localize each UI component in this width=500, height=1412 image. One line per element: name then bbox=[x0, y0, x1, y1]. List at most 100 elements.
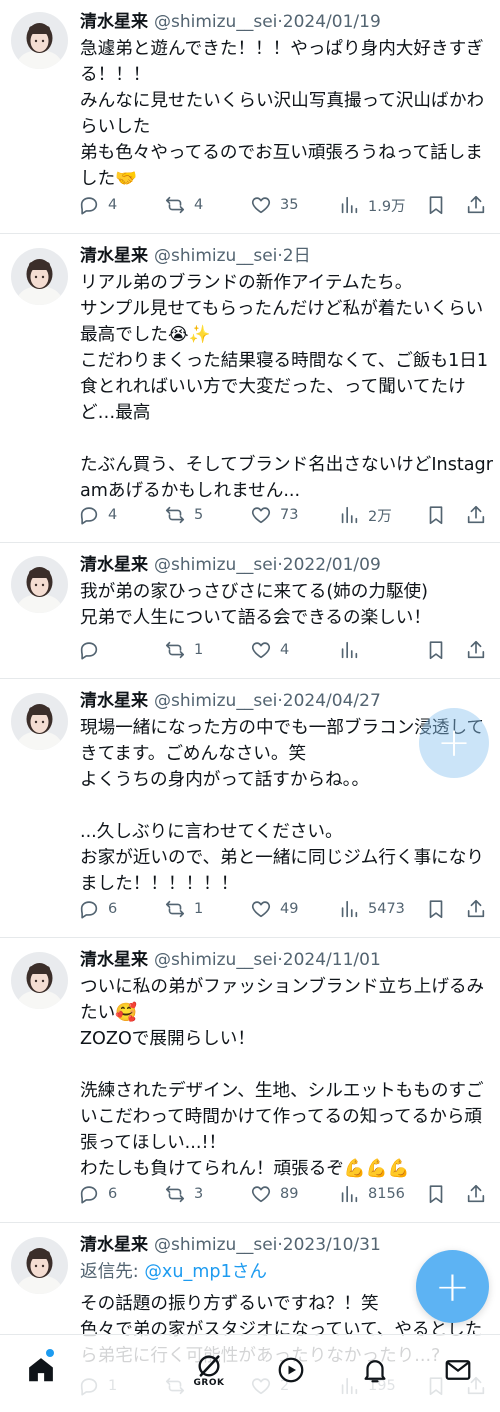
views-button[interactable]: 8156 bbox=[338, 1181, 405, 1207]
like-button[interactable]: 35 bbox=[250, 192, 298, 218]
like-button[interactable]: 89 bbox=[250, 1181, 298, 1207]
views-icon bbox=[341, 1185, 358, 1203]
avatar[interactable] bbox=[11, 556, 68, 613]
repost-button[interactable]: 4 bbox=[164, 192, 203, 218]
plus-icon: + bbox=[434, 1261, 471, 1311]
display-name[interactable]: 清水星来 bbox=[80, 691, 148, 711]
tweet-date[interactable]: 2022/01/09 bbox=[283, 555, 381, 575]
reply-icon bbox=[80, 642, 98, 660]
views-button[interactable]: 2万 bbox=[338, 502, 392, 528]
bookmark-icon bbox=[429, 196, 443, 215]
repost-icon bbox=[165, 641, 185, 659]
mail-icon bbox=[445, 1360, 471, 1380]
bookmark-button[interactable] bbox=[425, 896, 447, 922]
heart-icon bbox=[251, 197, 271, 214]
bookmark-button[interactable] bbox=[425, 192, 447, 218]
share-button[interactable] bbox=[465, 637, 487, 663]
avatar[interactable] bbox=[11, 952, 68, 1009]
tweet-header: 清水星来 @shimizu__sei·2024/01/19 bbox=[80, 9, 492, 35]
views-icon bbox=[341, 641, 358, 659]
views-button[interactable]: 5473 bbox=[338, 896, 405, 922]
tweet[interactable]: 清水星来 @shimizu__sei·2024/01/19 急遽弟と遊んできた！！… bbox=[0, 0, 500, 234]
tweet-header: 清水星来 @shimizu__sei·2024/11/01 bbox=[80, 947, 492, 973]
repost-button[interactable]: 5 bbox=[164, 502, 203, 528]
heart-icon bbox=[251, 507, 271, 524]
user-handle[interactable]: @shimizu__sei bbox=[154, 691, 277, 711]
views-icon bbox=[341, 900, 358, 918]
share-button[interactable] bbox=[465, 502, 487, 528]
share-button[interactable] bbox=[465, 192, 487, 218]
display-name[interactable]: 清水星来 bbox=[80, 555, 148, 575]
nav-home[interactable] bbox=[16, 1345, 66, 1395]
repost-button[interactable]: 3 bbox=[164, 1181, 203, 1207]
avatar[interactable] bbox=[11, 248, 68, 305]
compose-button[interactable]: + bbox=[416, 1250, 489, 1323]
user-handle[interactable]: @shimizu__sei bbox=[154, 12, 277, 32]
share-button[interactable] bbox=[465, 1181, 487, 1207]
nav-notifications[interactable] bbox=[350, 1345, 400, 1395]
reply-icon bbox=[80, 197, 98, 215]
action-bar: 6 1 49 5473 bbox=[78, 896, 492, 922]
nav-video[interactable] bbox=[266, 1345, 316, 1395]
repost-button[interactable]: 1 bbox=[164, 637, 203, 663]
views-button[interactable]: 1.9万 bbox=[338, 192, 406, 218]
bookmark-icon bbox=[429, 506, 443, 525]
heart-icon bbox=[251, 642, 271, 659]
tweet-date[interactable]: 2日 bbox=[283, 246, 311, 266]
reply-button[interactable]: 6 bbox=[78, 896, 117, 922]
nav-messages[interactable] bbox=[433, 1345, 483, 1395]
user-handle[interactable]: @shimizu__sei bbox=[154, 555, 277, 575]
action-bar: 4 5 73 2万 bbox=[78, 502, 492, 528]
tweet[interactable]: 清水星来 @shimizu__sei·2024/11/01 ついに私の弟がファッシ… bbox=[0, 938, 500, 1223]
tweet-text: リアル弟のブランドの新作アイテムたち。 サンプル見せてもらったんだけど私が着たい… bbox=[80, 273, 493, 501]
tweet-date[interactable]: 2024/11/01 bbox=[283, 950, 381, 970]
share-icon bbox=[467, 195, 485, 214]
display-name[interactable]: 清水星来 bbox=[80, 1235, 148, 1255]
bookmark-button[interactable] bbox=[425, 637, 447, 663]
repost-icon bbox=[165, 1185, 185, 1203]
reply-button[interactable]: 4 bbox=[78, 192, 117, 218]
display-name[interactable]: 清水星来 bbox=[80, 246, 148, 266]
user-handle[interactable]: @shimizu__sei bbox=[154, 1235, 277, 1255]
repost-button[interactable]: 1 bbox=[164, 896, 203, 922]
grok-label: GROK bbox=[193, 1378, 225, 1388]
tweet-date[interactable]: 2024/04/27 bbox=[283, 691, 381, 711]
bookmark-button[interactable] bbox=[425, 1181, 447, 1207]
tweet-text: 急遽弟と遊んできた！！！やっぱり身内大好きすぎる！！！ みんなに見せたいくらい沢… bbox=[80, 39, 485, 189]
bookmark-icon bbox=[429, 900, 443, 919]
like-button[interactable]: 4 bbox=[250, 637, 289, 663]
heart-icon bbox=[251, 1186, 271, 1203]
avatar[interactable] bbox=[11, 1237, 68, 1294]
tweet[interactable]: 清水星来 @shimizu__sei·2日 リアル弟のブランドの新作アイテムたち。… bbox=[0, 234, 500, 543]
reply-to-label: 返信先: bbox=[80, 1262, 145, 1282]
plus-icon: + bbox=[437, 720, 471, 766]
avatar[interactable] bbox=[11, 12, 68, 69]
share-icon bbox=[467, 1184, 485, 1203]
reply-button[interactable]: 4 bbox=[78, 502, 117, 528]
tweet[interactable]: 清水星来 @shimizu__sei·2024/04/27 現場一緒になった方の中… bbox=[0, 679, 500, 938]
reply-button[interactable]: 6 bbox=[78, 1181, 117, 1207]
share-icon bbox=[467, 505, 485, 524]
share-button[interactable] bbox=[465, 896, 487, 922]
tweet-text: ついに私の弟がファッションブランド立ち上げるみたい🥰 ZOZOで展開らしい！ 洗… bbox=[80, 977, 485, 1179]
like-button[interactable]: 73 bbox=[250, 502, 298, 528]
views-button[interactable] bbox=[338, 637, 368, 663]
like-button[interactable]: 49 bbox=[250, 896, 298, 922]
tweet-date[interactable]: 2023/10/31 bbox=[283, 1235, 381, 1255]
avatar[interactable] bbox=[11, 693, 68, 750]
display-name[interactable]: 清水星来 bbox=[80, 12, 148, 32]
repost-icon bbox=[165, 196, 185, 214]
tweet-header: 清水星来 @shimizu__sei·2023/10/31 bbox=[80, 1232, 492, 1258]
nav-grok[interactable]: GROK bbox=[184, 1345, 234, 1395]
bottom-nav: GROK bbox=[0, 1334, 500, 1412]
tweet-date[interactable]: 2024/01/19 bbox=[283, 12, 381, 32]
display-name[interactable]: 清水星来 bbox=[80, 950, 148, 970]
reply-button[interactable] bbox=[78, 637, 108, 663]
user-handle[interactable]: @shimizu__sei bbox=[154, 950, 277, 970]
user-handle[interactable]: @shimizu__sei bbox=[154, 246, 277, 266]
reply-mention-link[interactable]: @xu_mp1さん bbox=[144, 1262, 267, 1282]
action-bar: 1 4 bbox=[78, 637, 492, 663]
compose-button-ghost: + bbox=[419, 708, 489, 778]
bookmark-button[interactable] bbox=[425, 502, 447, 528]
tweet[interactable]: 清水星来 @shimizu__sei·2022/01/09 我が弟の家ひっさびさに… bbox=[0, 543, 500, 679]
